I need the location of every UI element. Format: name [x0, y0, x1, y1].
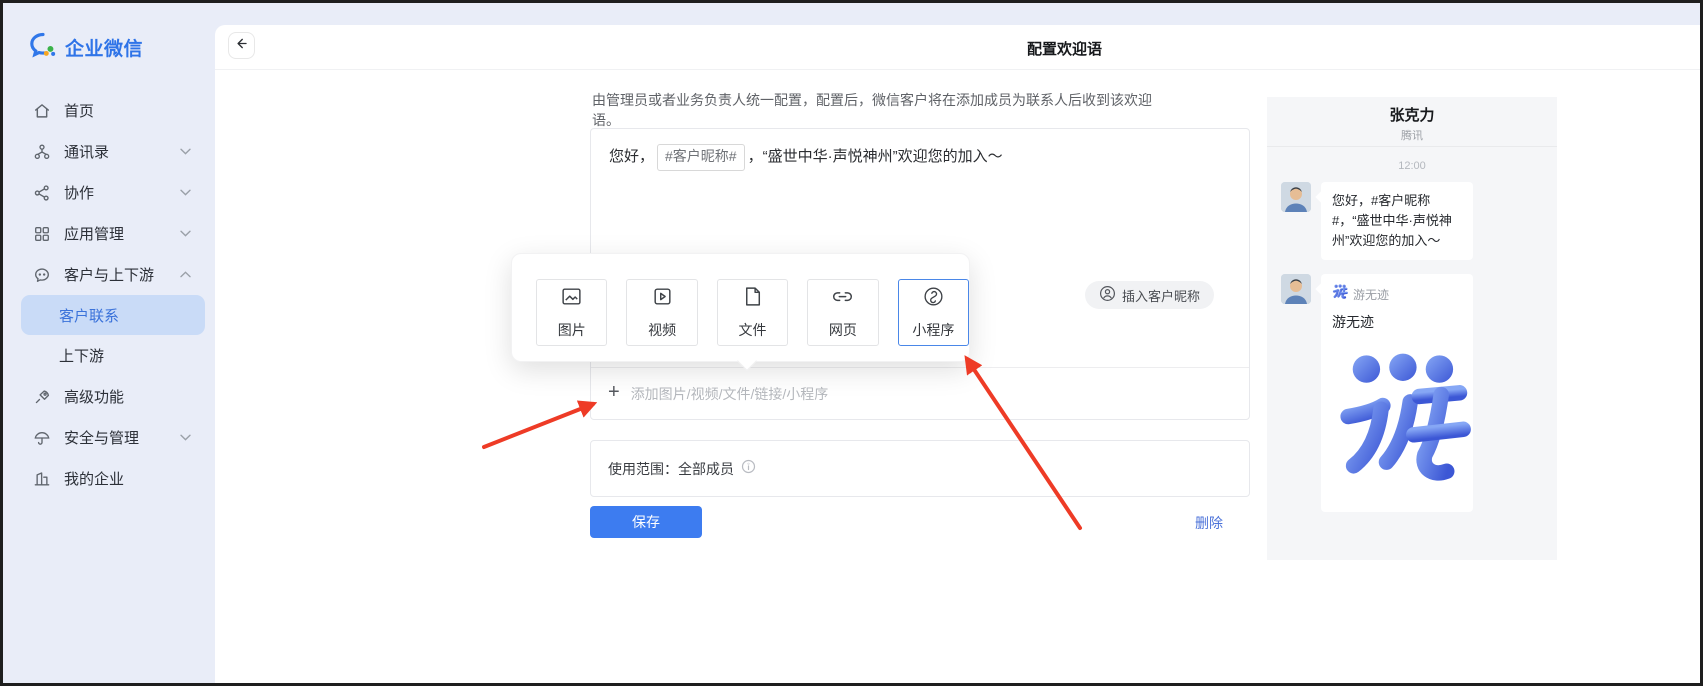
- welcome-message-bubble: 您好，#客户昵称#，“盛世中华·声悦神州”欢迎您的加入～: [1321, 182, 1473, 260]
- sidebar-item-label: 我的企业: [64, 468, 124, 489]
- avatar: [1281, 182, 1311, 212]
- preview-messages: 您好，#客户昵称#，“盛世中华·声悦神州”欢迎您的加入～ 游无迹 游无迹: [1267, 182, 1557, 512]
- miniprogram-app-icon: [1332, 284, 1348, 305]
- sidebar-item-label: 安全与管理: [64, 427, 139, 448]
- plus-icon: +: [608, 381, 620, 404]
- info-icon[interactable]: [741, 459, 756, 479]
- insert-nickname-label: 插入客户昵称: [1122, 286, 1200, 305]
- link-icon: [831, 285, 854, 313]
- attachment-option-link[interactable]: 网页: [807, 279, 878, 346]
- usage-scope-row[interactable]: 使用范围：全部成员: [590, 440, 1250, 497]
- home-icon: [33, 102, 51, 120]
- wecom-admin-window: 企业微信 首页 通讯录 协作: [0, 0, 1703, 686]
- attachment-option-miniprogram[interactable]: 小程序: [898, 279, 969, 346]
- config-description: 由管理员或者业务负责人统一配置，配置后，微信客户将在添加成员为联系人后收到该欢迎…: [592, 90, 1152, 130]
- attachment-option-image[interactable]: 图片: [536, 279, 607, 346]
- miniprogram-card: 游无迹 游无迹: [1321, 274, 1473, 512]
- wecom-logo: 企业微信: [3, 31, 215, 64]
- miniprogram-title: 游无迹: [1332, 312, 1462, 332]
- attachment-option-label: 小程序: [912, 320, 954, 340]
- umbrella-icon: [33, 429, 51, 447]
- file-icon: [741, 285, 764, 313]
- image-icon: [560, 285, 583, 313]
- sidebar-subitem-label: 上下游: [59, 345, 104, 366]
- sidebar-item-label: 通讯录: [64, 141, 109, 162]
- sidebar-item-label: 首页: [64, 100, 94, 121]
- preview-header: 张克力 腾讯: [1267, 97, 1557, 147]
- sidebar-subitem-upstream-downstream[interactable]: 上下游: [3, 335, 215, 376]
- attachment-type-popup: 图片 视频 文件 网页: [511, 253, 970, 362]
- sidebar-item-label: 应用管理: [64, 223, 124, 244]
- sidebar-item-my-enterprise[interactable]: 我的企业: [3, 458, 215, 499]
- sidebar-subitem-label: 客户联系: [59, 305, 119, 326]
- miniprogram-card-header: 游无迹: [1332, 284, 1462, 305]
- insert-nickname-button[interactable]: 插入客户昵称: [1085, 281, 1214, 309]
- sidebar-item-advanced-features[interactable]: 高级功能: [3, 376, 215, 417]
- attachment-option-label: 网页: [829, 320, 857, 340]
- apps-grid-icon: [33, 225, 51, 243]
- sidebar-item-contacts[interactable]: 通讯录: [3, 131, 215, 172]
- chat-preview-panel: 张克力 腾讯 12:00 您好，#客户昵称#，“盛世中华·声悦神州”欢迎您的加入…: [1267, 97, 1557, 560]
- sidebar-item-label: 高级功能: [64, 386, 124, 407]
- video-icon: [651, 285, 674, 313]
- advanced-icon: [33, 388, 51, 406]
- sidebar: 企业微信 首页 通讯录 协作: [3, 3, 215, 683]
- contact-name: 张克力: [1267, 104, 1557, 125]
- chevron-down-icon: [180, 148, 191, 155]
- contact-org: 腾讯: [1267, 127, 1557, 143]
- contacts-icon: [33, 143, 51, 161]
- message-row: 游无迹 游无迹: [1281, 274, 1543, 512]
- sidebar-item-customers[interactable]: 客户与上下游: [3, 254, 215, 295]
- greeting-suffix: ，“盛世中华·声悦神州”欢迎您的加入～: [748, 148, 1003, 165]
- person-circle-icon: [1099, 285, 1116, 305]
- attachment-option-label: 视频: [648, 320, 676, 340]
- message-timestamp: 12:00: [1267, 160, 1557, 172]
- attachment-option-label: 文件: [739, 320, 767, 340]
- save-button[interactable]: 保存: [590, 506, 702, 538]
- sidebar-item-app-management[interactable]: 应用管理: [3, 213, 215, 254]
- collaboration-icon: [33, 184, 51, 202]
- sidebar-item-home[interactable]: 首页: [3, 90, 215, 131]
- attachment-option-video[interactable]: 视频: [626, 279, 697, 346]
- customer-chat-icon: [33, 266, 51, 284]
- avatar: [1281, 274, 1311, 304]
- sidebar-item-label: 协作: [64, 182, 94, 203]
- add-attachment-label: 添加图片/视频/文件/链接/小程序: [631, 384, 829, 404]
- page-header: 配置欢迎语: [215, 25, 1700, 70]
- chevron-down-icon: [180, 434, 191, 441]
- logo-text: 企业微信: [65, 34, 143, 61]
- message-row: 您好，#客户昵称#，“盛世中华·声悦神州”欢迎您的加入～: [1281, 182, 1543, 260]
- add-attachment-row[interactable]: + 添加图片/视频/文件/链接/小程序: [591, 367, 1249, 419]
- enterprise-icon: [33, 470, 51, 488]
- sidebar-menu: 首页 通讯录 协作 应用管理: [3, 90, 215, 499]
- sidebar-item-collaboration[interactable]: 协作: [3, 172, 215, 213]
- miniprogram-app-name: 游无迹: [1353, 286, 1389, 303]
- customer-nickname-tag[interactable]: #客户昵称#: [657, 144, 745, 171]
- page-title: 配置欢迎语: [1027, 38, 1102, 59]
- chevron-down-icon: [180, 230, 191, 237]
- sidebar-subitem-customer-contact[interactable]: 客户联系: [21, 295, 205, 335]
- delete-button[interactable]: 删除: [1195, 513, 1223, 533]
- welcome-message-text: 您好，#客户昵称#，“盛世中华·声悦神州”欢迎您的加入～: [591, 129, 1249, 186]
- wecom-bubble-icon: [29, 31, 57, 64]
- greeting-prefix: 您好，: [609, 148, 654, 165]
- miniprogram-icon: [922, 285, 945, 313]
- attachment-option-label: 图片: [558, 320, 586, 340]
- sidebar-item-security[interactable]: 安全与管理: [3, 417, 215, 458]
- back-button[interactable]: [228, 32, 255, 59]
- main-panel: 配置欢迎语 由管理员或者业务负责人统一配置，配置后，微信客户将在添加成员为联系人…: [215, 25, 1700, 683]
- attachment-option-file[interactable]: 文件: [717, 279, 788, 346]
- chevron-down-icon: [180, 189, 191, 196]
- sidebar-item-label: 客户与上下游: [64, 264, 154, 285]
- usage-scope-label: 使用范围：全部成员: [608, 459, 734, 479]
- miniprogram-logo-image: [1332, 348, 1472, 496]
- arrow-left-icon: [234, 36, 249, 56]
- chevron-up-icon: [180, 271, 191, 278]
